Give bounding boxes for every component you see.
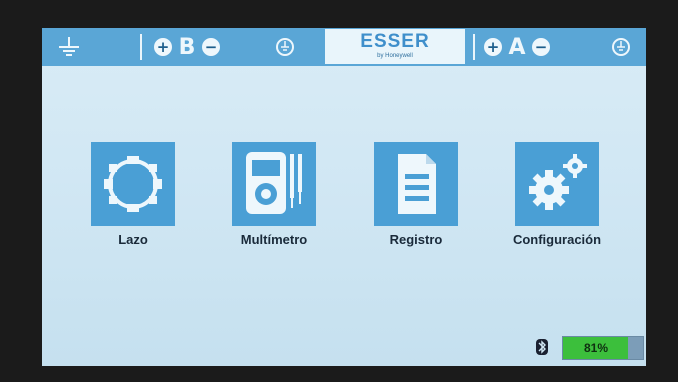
menu-label-lazo[interactable]: Lazo bbox=[63, 232, 203, 247]
log-document-icon bbox=[398, 154, 436, 214]
battery-percent-text: 81% bbox=[583, 341, 609, 355]
esser-logo: ESSER by Honeywell bbox=[325, 29, 465, 64]
bus-a-plus-icon: + bbox=[482, 28, 504, 66]
header-separator bbox=[140, 34, 142, 60]
logo-tagline: by Honeywell bbox=[377, 53, 413, 59]
gears-icon bbox=[529, 154, 587, 210]
menu-tile-lazo[interactable] bbox=[91, 142, 175, 226]
shield-ground-icon bbox=[610, 28, 632, 66]
ground-icon bbox=[54, 28, 84, 66]
bluetooth-icon bbox=[534, 338, 550, 356]
shield-ground-icon bbox=[274, 28, 296, 66]
battery-indicator: 81% bbox=[562, 336, 644, 360]
menu-tile-configuracion[interactable] bbox=[515, 142, 599, 226]
status-header-bar: + B − ESSER by Honeywell + A − bbox=[42, 28, 646, 66]
bus-b-letter: B bbox=[178, 34, 196, 60]
menu-label-registro[interactable]: Registro bbox=[346, 232, 486, 247]
bus-b-minus-icon: − bbox=[200, 28, 222, 66]
bus-a-letter: A bbox=[508, 34, 526, 60]
loop-icon bbox=[104, 156, 162, 212]
touch-screen: + B − ESSER by Honeywell + A − Lazo Mult… bbox=[42, 28, 646, 366]
multimeter-icon bbox=[246, 152, 302, 214]
device-bezel: + B − ESSER by Honeywell + A − Lazo Mult… bbox=[0, 0, 678, 382]
menu-label-configuracion[interactable]: Configuración bbox=[487, 232, 627, 247]
bus-b-plus-icon: + bbox=[152, 28, 174, 66]
logo-name: ESSER bbox=[360, 31, 430, 52]
header-separator bbox=[473, 34, 475, 60]
menu-label-multimetro[interactable]: Multímetro bbox=[204, 232, 344, 247]
menu-tile-registro[interactable] bbox=[374, 142, 458, 226]
menu-tile-multimetro[interactable] bbox=[232, 142, 316, 226]
bus-a-minus-icon: − bbox=[530, 28, 552, 66]
